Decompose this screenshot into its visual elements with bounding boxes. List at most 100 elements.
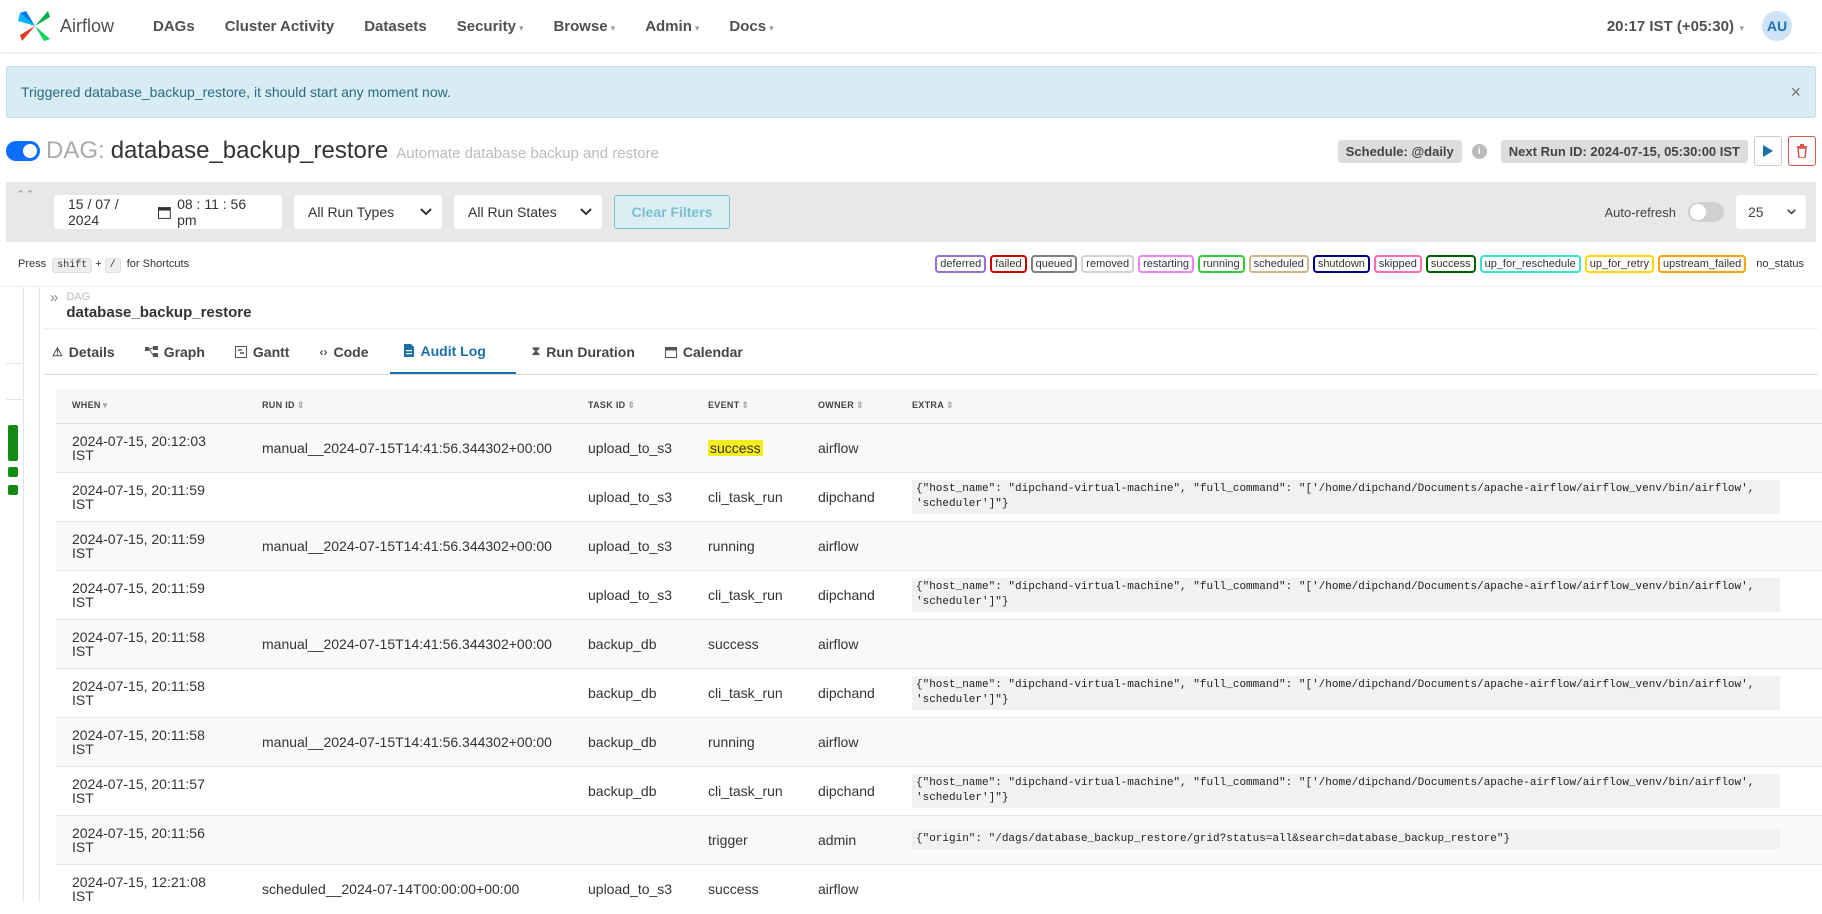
audit-log-icon (404, 344, 415, 357)
nav-security-label: Security (456, 17, 516, 35)
calendar-icon[interactable] (158, 206, 172, 219)
legend-scheduled[interactable]: scheduled (1248, 255, 1309, 273)
cell-event: success (692, 864, 802, 902)
tab-label: Details (68, 343, 115, 360)
nav-browse-menu[interactable]: Browse ▾ (538, 18, 630, 35)
legend-shutdown[interactable]: shutdown (1312, 255, 1370, 273)
info-icon[interactable]: i (1471, 143, 1487, 159)
auto-refresh-toggle[interactable] (1688, 202, 1724, 222)
grid-column (6, 287, 24, 902)
nav-admin-label: Admin (645, 17, 692, 35)
legend-up-for-reschedule[interactable]: up_for_reschedule (1479, 255, 1581, 273)
calendar-icon (664, 346, 677, 358)
cell-event: cli_task_run (692, 668, 802, 718)
tab-bar: ⚠ Details Graph Gantt ‹› Code Audit Log ⧗ R… (44, 329, 1818, 375)
col-extra[interactable]: Extra ⇕ (896, 389, 1822, 424)
legend-success[interactable]: success (1425, 255, 1476, 273)
when-timezone: IST (72, 789, 94, 806)
table-row: 2024-07-15, 20:11:59 IST upload_to_s3 cli_t… (56, 472, 1822, 522)
event-label: success (708, 635, 759, 652)
legend-removed[interactable]: removed (1081, 255, 1135, 273)
event-label: cli_task_run (708, 684, 783, 701)
extra-json: {"host_name": "dipchand-virtual-machine"… (912, 773, 1780, 808)
sort-icon: ⇕ (741, 400, 750, 411)
when-timezone: IST (72, 544, 94, 561)
cell-extra (896, 619, 1822, 669)
legend-restarting[interactable]: restarting (1138, 255, 1194, 273)
col-when[interactable]: When ▾ (56, 389, 246, 424)
nav-cluster-activity[interactable]: Cluster Activity (210, 18, 349, 35)
run-types-select[interactable]: All Run Types (294, 195, 442, 229)
cell-extra (896, 864, 1822, 902)
tab-run-duration[interactable]: ⧗ Run Duration (524, 329, 649, 374)
page-size-select[interactable]: 25 (1736, 195, 1806, 229)
chevrons-right-icon[interactable]: » (50, 290, 58, 328)
extra-json: {"host_name": "dipchand-virtual-machine"… (912, 577, 1780, 612)
grid-view (0, 287, 40, 902)
cell-extra (896, 521, 1822, 571)
trigger-dag-button[interactable] (1754, 136, 1782, 166)
cell-run-id: manual__2024-07-15T14:41:56.344302+00:00 (246, 521, 572, 571)
legend-no-status[interactable]: no_status (1756, 258, 1804, 270)
tab-label: Calendar (682, 343, 743, 360)
chevron-down-icon (420, 208, 432, 216)
task-instance-square[interactable] (8, 485, 18, 495)
base-date-input[interactable]: 15 / 07 / 2024 08 : 11 : 56 pm (54, 195, 282, 229)
tab-calendar[interactable]: Calendar (657, 329, 757, 374)
col-run-id[interactable]: Run ID ⇕ (246, 389, 572, 424)
schedule-badge: Schedule: @daily (1337, 139, 1462, 163)
tab-details[interactable]: ⚠ Details (44, 329, 129, 374)
nav-docs-menu[interactable]: Docs ▾ (714, 18, 788, 35)
tab-graph[interactable]: Graph (137, 329, 219, 374)
legend-deferred[interactable]: deferred (935, 255, 987, 273)
shortcuts-press: Press (18, 257, 47, 270)
clock-label: 20:17 IST (+05:30) (1606, 17, 1734, 35)
details-panel: » DAG database_backup_restore ⚠ Details G… (40, 287, 1822, 902)
event-label: running (708, 733, 755, 750)
when-timezone: IST (72, 446, 94, 463)
dag-title[interactable]: database_backup_restore (111, 137, 389, 165)
legend-skipped[interactable]: skipped (1373, 255, 1422, 273)
dag-pause-toggle[interactable] (6, 141, 40, 161)
run-states-select[interactable]: All Run States (454, 195, 602, 229)
tab-code[interactable]: ‹› Code (311, 329, 382, 374)
tab-label: Run Duration (546, 343, 635, 360)
nav-datasets[interactable]: Datasets (349, 18, 442, 35)
col-event-label: Event (708, 400, 740, 411)
tab-gantt[interactable]: Gantt (227, 329, 304, 374)
dag-main: » DAG database_backup_restore ⚠ Details G… (0, 286, 1822, 902)
col-owner[interactable]: Owner ⇕ (802, 389, 896, 424)
dag-run-bar[interactable] (8, 425, 18, 461)
delete-dag-button[interactable] (1788, 136, 1816, 166)
caret-down-icon: ▾ (1736, 22, 1744, 33)
col-event[interactable]: Event ⇕ (692, 389, 802, 424)
table-row: 2024-07-15, 12:21:08 IST scheduled__2024-0… (56, 864, 1822, 902)
nav-dags[interactable]: DAGs (138, 18, 210, 35)
cell-extra: {"host_name": "dipchand-virtual-machine"… (896, 668, 1822, 718)
nav-admin-menu[interactable]: Admin ▾ (630, 18, 714, 35)
collapse-icon[interactable]: ⌃⌃ (16, 188, 34, 201)
legend-failed[interactable]: failed (990, 255, 1027, 273)
extra-json: {"host_name": "dipchand-virtual-machine"… (912, 675, 1780, 710)
timezone-clock[interactable]: 20:17 IST (+05:30) ▾ (1607, 18, 1744, 35)
cell-extra: {"host_name": "dipchand-virtual-machine"… (896, 472, 1822, 522)
cell-owner: airflow (802, 619, 896, 669)
close-icon[interactable]: × (1790, 82, 1801, 103)
grid-divider (6, 363, 22, 364)
tab-audit-log[interactable]: Audit Log (390, 329, 516, 374)
trigger-alert: Triggered database_backup_restore, it sh… (6, 66, 1816, 118)
cell-when: 2024-07-15, 20:11:56 IST (56, 815, 246, 865)
col-task-id[interactable]: Task ID ⇕ (572, 389, 692, 424)
extra-json: {"host_name": "dipchand-virtual-machine"… (912, 479, 1780, 514)
legend-up-for-retry[interactable]: up_for_retry (1584, 255, 1655, 273)
nav-security-menu[interactable]: Security ▾ (442, 18, 539, 35)
breadcrumb-dag-id[interactable]: database_backup_restore (66, 304, 251, 321)
legend-queued[interactable]: queued (1030, 255, 1078, 273)
legend-upstream-failed[interactable]: upstream_failed (1658, 255, 1747, 273)
user-avatar[interactable]: AU (1762, 11, 1792, 41)
airflow-brand[interactable]: Airflow (18, 9, 114, 43)
legend-running[interactable]: running (1197, 255, 1245, 273)
cell-run-id (246, 570, 572, 620)
clear-filters-button[interactable]: Clear Filters (614, 195, 730, 229)
task-instance-square[interactable] (8, 467, 18, 477)
